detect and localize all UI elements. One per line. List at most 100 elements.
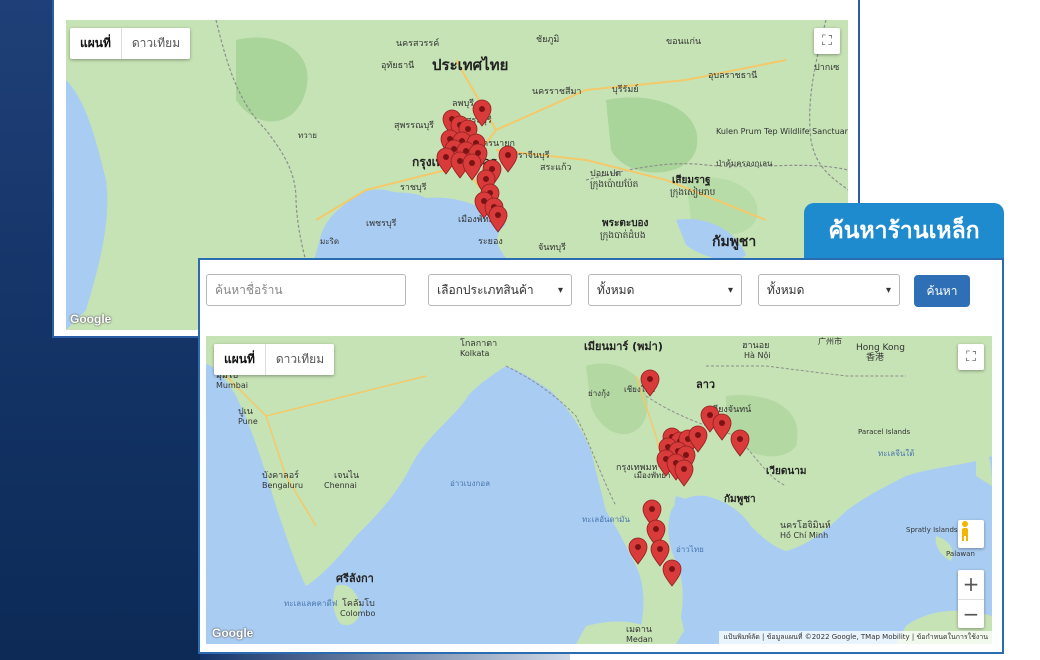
back-map-type-satellite[interactable]: ดาวเทียม (120, 28, 190, 59)
label-chanthaburi: จันทบุรี (538, 242, 566, 253)
label-suphanburi: สุพรรณบุรี (394, 120, 434, 131)
back-map-type-control: แผนที่ ดาวเทียม (70, 28, 191, 59)
label-myanmar: เมียนมาร์ (พม่า) (584, 340, 663, 353)
shop-name-input[interactable]: ค้นหาชื่อร้าน (206, 274, 406, 306)
label-chennai-en: Chennai (324, 481, 357, 490)
label-hanoi-vn: Hà Nội (744, 350, 771, 360)
label-bengaluru: บังคาลอร์ (262, 469, 299, 481)
label-kulen: Kulen Prum Tep Wildlife Sanctuary (716, 127, 848, 136)
label-kulen-th: ป่าคุ้มครองกุเลน (716, 159, 773, 168)
label-bengaluru-en: Bengaluru (262, 481, 303, 490)
label-hong-kong: Hong Kong (856, 343, 905, 353)
map-marker-dot (681, 466, 687, 472)
chevron-down-icon: ▾ (727, 284, 733, 296)
map-marker-dot (443, 154, 449, 160)
front-fullscreen-button[interactable]: ⛶ (958, 344, 984, 370)
label-gulf-thailand: อ่าวไทย (676, 545, 704, 554)
map-marker-dot (483, 176, 489, 182)
district-select[interactable]: ทั้งหมด ▾ (758, 274, 900, 306)
map-marker-dot (737, 436, 743, 442)
plus-icon: + (962, 572, 980, 597)
label-thailand: ประเทศไทย (432, 55, 508, 74)
label-siem-reap-kh: ក្រុងសៀមរាប (670, 186, 716, 198)
category-select[interactable]: เลือกประเภทสินค้า ▾ (428, 274, 572, 306)
label-mergui: มะริด (320, 237, 339, 246)
province-select[interactable]: ทั้งหมด ▾ (588, 274, 742, 306)
label-chaiyaphum: ชัยภูมิ (536, 34, 559, 45)
district-select-value: ทั้งหมด (767, 282, 805, 297)
label-laos: ลาว (696, 378, 715, 391)
front-map-type-satellite[interactable]: ดาวเทียม (264, 344, 334, 375)
map-marker-dot (465, 126, 471, 132)
label-sri-lanka: ศรีลังกา (336, 572, 374, 585)
map-marker-dot (479, 106, 485, 112)
label-prachinburi: ปราจีนบุรี (512, 150, 550, 161)
back-fullscreen-button[interactable]: ⛶ (814, 28, 840, 54)
map-marker-dot (649, 506, 655, 512)
label-hcmc: นครโฮจิมินห์ (780, 519, 831, 531)
map-marker-dot (505, 152, 511, 158)
front-map[interactable]: เมียนมาร์ (พม่า) ลาว ฮานอย Hà Nội Hong K… (206, 336, 992, 644)
page-title: ค้นหาร้านเหล็ก (804, 203, 1004, 259)
label-bay-of-bengal: อ่าวเบงกอล (450, 479, 490, 488)
label-cambodia: กัมพูชา (712, 234, 756, 250)
label-colombo-en: Colombo (340, 609, 375, 618)
map-attribution[interactable]: แป้นพิมพ์ลัด | ข้อมูลแผนที่ ©2022 Google… (719, 631, 992, 644)
label-ubon: อุบลราชธานี (708, 70, 757, 81)
label-khon-kaen: ขอนแก่น (666, 37, 701, 47)
label-pursat-kh: ក្រុងបាត់ដំបង (600, 229, 646, 241)
chevron-down-icon: ▾ (557, 284, 563, 296)
map-marker-dot (653, 526, 659, 532)
label-hong-kong-zh: 香港 (866, 351, 884, 363)
label-hanoi: ฮานอย (742, 341, 769, 351)
street-view-pegman-button[interactable] (958, 520, 984, 548)
label-paracel: Paracel Islands (858, 428, 911, 436)
minus-icon: − (962, 601, 980, 626)
label-spratly: Spratly Islands (906, 526, 958, 534)
label-hcmc-vn: Hồ Chí Minh (780, 530, 828, 540)
map-marker-dot (635, 544, 641, 550)
label-kolkata: โกลกาตา (460, 338, 497, 349)
label-ratchaburi: ราชบุรี (400, 182, 427, 193)
category-select-value: เลือกประเภทสินค้า (437, 282, 534, 297)
label-buriram: บุรีรัมย์ (612, 83, 639, 95)
label-pursat: พระตะบอง (602, 218, 649, 229)
label-kolkata-en: Kolkata (460, 349, 489, 358)
label-laccadive: ทะเลแลคคาดีฟ (284, 599, 338, 608)
map-marker-dot (495, 212, 501, 218)
front-map-canvas: เมียนมาร์ (พม่า) ลาว ฮานอย Hà Nội Hong K… (206, 336, 992, 644)
map-marker-dot (647, 376, 653, 382)
zoom-in-button[interactable]: + (958, 570, 984, 599)
label-colombo: โคลัมโบ (342, 598, 375, 609)
label-palawan: Palawan (946, 550, 975, 558)
label-siem-reap: เสียมราฐ (672, 174, 711, 186)
map-marker-dot (695, 432, 701, 438)
label-chennai: เจนไน (334, 470, 359, 481)
label-nakhon-ratchasima: นครราชสีมา (532, 86, 581, 97)
back-google-logo: Google (70, 312, 112, 326)
map-marker-dot (719, 420, 725, 426)
zoom-out-button[interactable]: − (958, 598, 984, 629)
province-select-value: ทั้งหมด (597, 282, 635, 297)
label-mumbai-en: Mumbai (216, 381, 248, 390)
label-phetchaburi: เพชรบุรี (366, 218, 397, 229)
label-pune-en: Pune (238, 417, 258, 426)
map-marker-dot (707, 412, 713, 418)
shop-name-placeholder: ค้นหาชื่อร้าน (215, 282, 283, 297)
label-pune: ปูเน (238, 407, 253, 417)
front-map-type-map[interactable]: แผนที่ (214, 344, 265, 375)
search-button[interactable]: ค้นหา (914, 275, 970, 307)
chevron-down-icon: ▾ (885, 284, 891, 296)
fullscreen-icon: ⛶ (822, 33, 832, 49)
label-rayong: ระยอง (478, 237, 503, 247)
label-cambodia-front: กัมพูชา (724, 493, 756, 506)
label-poipet-kh: ក្រុងប៉ោយប៉ែត (590, 178, 639, 190)
label-south-china-sea: ทะเลจีนใต้ (878, 449, 914, 458)
back-map-type-map[interactable]: แผนที่ (70, 28, 121, 59)
label-lopburi: ลพบุรี (452, 98, 474, 109)
map-marker-dot (657, 546, 663, 552)
map-marker-dot (669, 566, 675, 572)
label-poipet: ปอยเปต (590, 169, 621, 179)
label-medan-en: Medan (626, 635, 653, 644)
map-marker-dot (469, 160, 475, 166)
